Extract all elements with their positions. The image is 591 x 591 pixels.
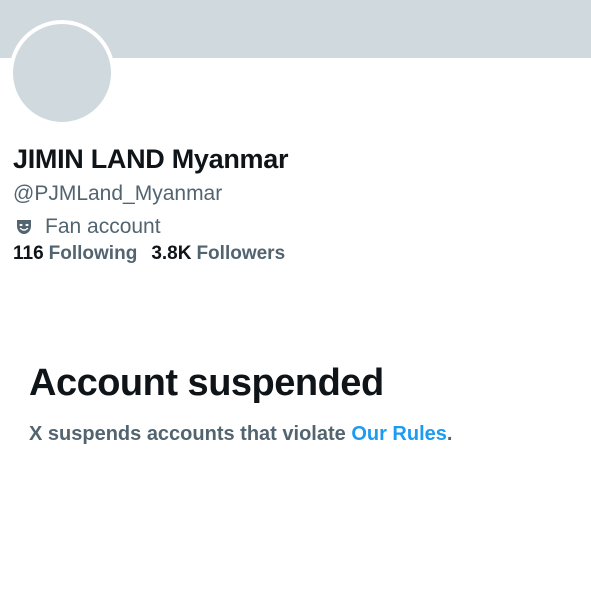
suspension-notice: Account suspended X suspends accounts th… [29,360,579,447]
profile-info: JIMIN LAND Myanmar @PJMLand_Myanmar Fan … [13,142,573,266]
user-handle: @PJMLand_Myanmar [13,182,223,205]
profile-stats: 116 Following 3.8K Followers [13,242,573,266]
followers-label: Followers [196,243,286,264]
following-count: 116 [13,243,44,264]
profile-category: Fan account [13,214,573,240]
avatar[interactable] [9,20,115,126]
profile-category-label: Fan account [45,215,161,238]
our-rules-link[interactable]: Our Rules [351,423,447,445]
followers-count: 3.8K [151,243,192,264]
followers-link[interactable]: 3.8K Followers [151,242,285,266]
following-link[interactable]: 116 Following [13,242,137,266]
profile-page: JIMIN LAND Myanmar @PJMLand_Myanmar Fan … [0,0,591,591]
following-label: Following [48,243,138,264]
suspension-message: X suspends accounts that violate Our Rul… [29,421,579,447]
display-name: JIMIN LAND Myanmar [13,144,289,174]
fan-account-mask-icon [13,216,35,238]
suspension-message-end: . [446,423,453,445]
suspension-message-text: X suspends accounts that violate [29,423,352,445]
suspension-title: Account suspended [29,362,384,404]
